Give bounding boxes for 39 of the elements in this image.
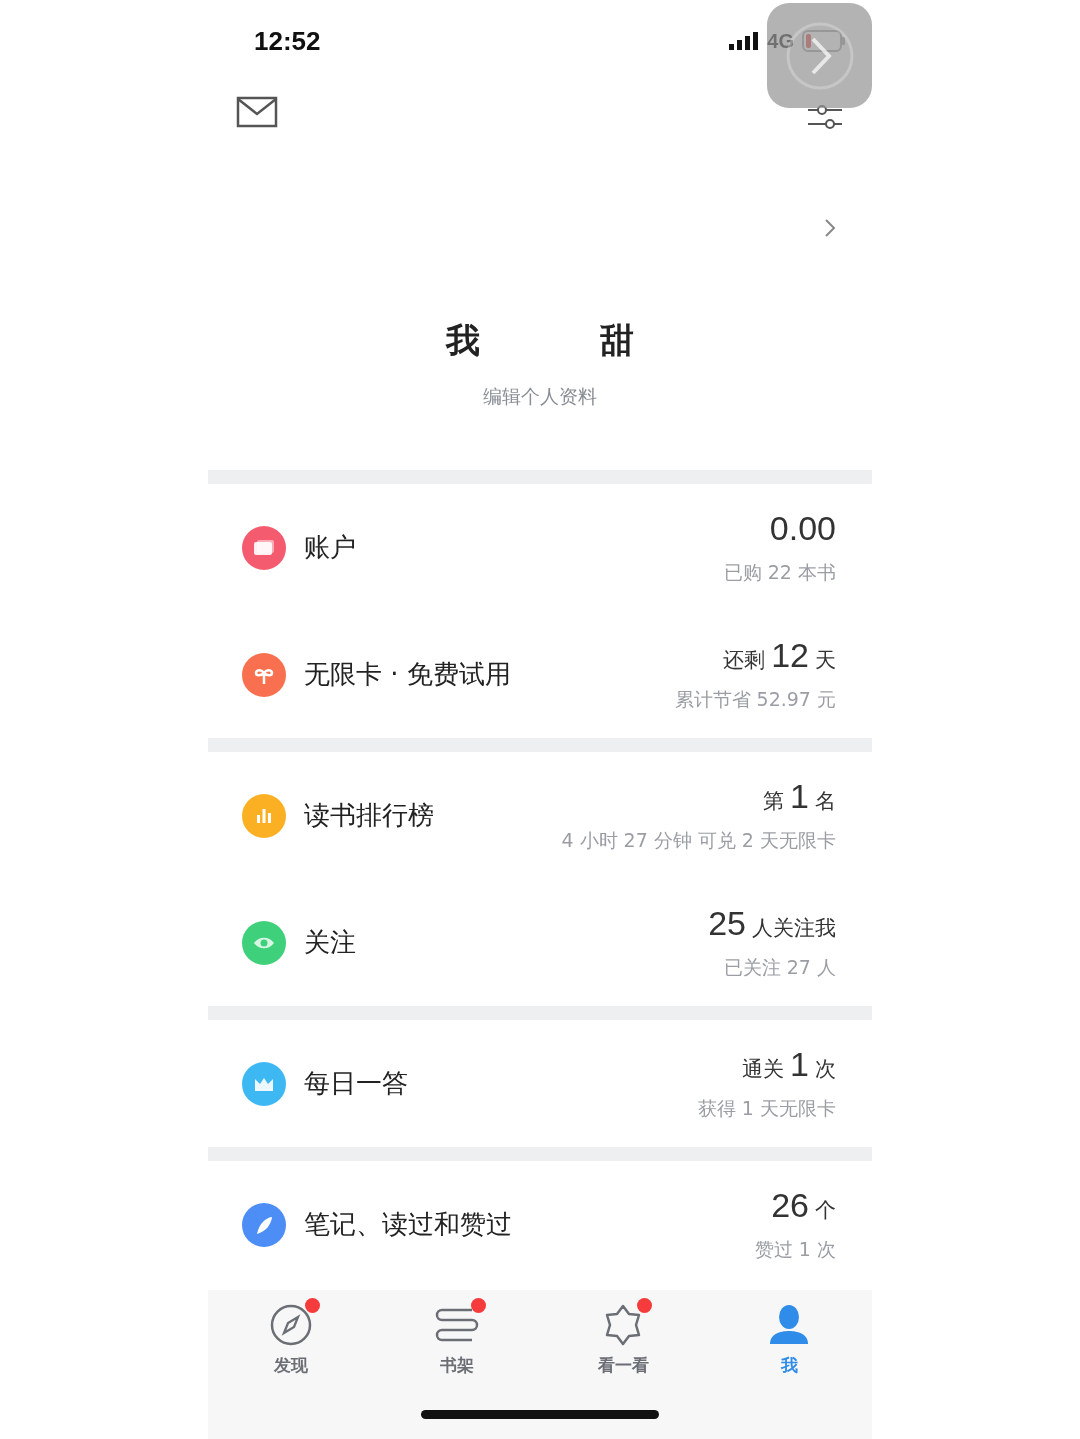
value-number: 12: [771, 636, 809, 675]
value-suffix: 名: [815, 788, 836, 815]
value-detail: 累计节省 52.97 元: [674, 687, 836, 712]
mail-icon[interactable]: [236, 96, 278, 128]
value-detail: 已关注 27 人: [723, 955, 836, 980]
value-detail: 已购 22 本书: [723, 560, 836, 585]
menu-label[interactable]: 每日一答: [304, 1066, 698, 1101]
value-number: 25: [708, 904, 746, 943]
value-number: 1: [790, 777, 809, 816]
value-suffix: 人关注我: [752, 915, 836, 942]
menu-label[interactable]: 笔记、读过和赞过: [304, 1207, 755, 1242]
value-number: 26: [771, 1186, 809, 1225]
tab[interactable]: 发现: [208, 1290, 374, 1390]
value-detail: 赞过 1 次: [754, 1237, 836, 1262]
value-prefix: 通关: [742, 1056, 785, 1083]
value-prefix: 还剩: [723, 647, 766, 674]
edit-profile-link[interactable]: 编辑个人资料: [483, 384, 597, 410]
value-suffix: 天: [815, 647, 836, 674]
menu-label[interactable]: 读书排行榜: [304, 798, 562, 833]
profile-name: 甜: [600, 319, 634, 362]
signal-icon: [729, 32, 760, 50]
value-detail: 4 小时 27 分钟 可兑 2 天无限卡: [561, 828, 836, 853]
chevron-icon[interactable]: [824, 218, 836, 238]
value-detail: 获得 1 天无限卡: [697, 1096, 836, 1121]
floating-assistive-button[interactable]: [767, 3, 872, 108]
menu-label[interactable]: 无限卡 · 免费试用: [304, 657, 675, 692]
value-number: 0.00: [769, 509, 836, 548]
value-suffix: 个: [815, 1197, 836, 1224]
menu-label[interactable]: 账户: [304, 530, 724, 565]
menu-label[interactable]: 关注: [304, 925, 709, 960]
compass-icon: [268, 1302, 314, 1348]
profile-name: 我: [446, 319, 480, 362]
value-prefix: 第: [763, 788, 785, 815]
tab[interactable]: 看一看: [540, 1290, 706, 1390]
network-label: 4G: [767, 29, 794, 53]
value-number: 1: [790, 1045, 809, 1084]
tab[interactable]: 书架: [374, 1290, 540, 1390]
value-suffix: 次: [815, 1056, 836, 1083]
status-time: 12:52: [254, 25, 321, 57]
